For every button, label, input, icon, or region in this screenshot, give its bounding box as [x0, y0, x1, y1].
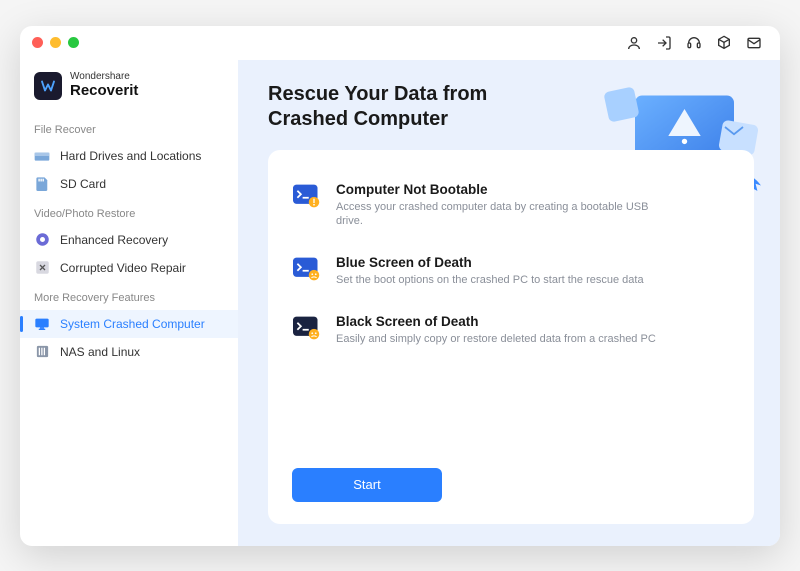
section-label: Video/Photo Restore — [20, 198, 238, 226]
section-label: More Recovery Features — [20, 282, 238, 310]
brand-line2: Recoverit — [70, 83, 138, 99]
logo-badge — [34, 72, 62, 100]
account-icon[interactable] — [626, 35, 642, 51]
option-title: Computer Not Bootable — [336, 182, 676, 197]
cube-icon[interactable] — [716, 35, 732, 51]
titlebar — [20, 26, 780, 60]
maximize-window-button[interactable] — [68, 37, 79, 48]
option-not-bootable[interactable]: Computer Not Bootable Access your crashe… — [292, 172, 730, 246]
sidebar-item-label: SD Card — [60, 177, 106, 191]
main-panel: Rescue Your Data from Crashed Computer C… — [238, 60, 780, 546]
app-body: Wondershare Recoverit File Recover Hard … — [20, 60, 780, 546]
sidebar-item-system-crashed[interactable]: System Crashed Computer — [20, 310, 238, 338]
section-label: File Recover — [20, 114, 238, 142]
page-title: Rescue Your Data from Crashed Computer — [268, 82, 568, 132]
mail-icon[interactable] — [746, 35, 762, 51]
logo-text: Wondershare Recoverit — [70, 72, 138, 98]
header-actions — [626, 35, 768, 51]
sidebar-item-hard-drives[interactable]: Hard Drives and Locations — [20, 142, 238, 170]
option-blue-screen[interactable]: Blue Screen of Death Set the boot option… — [292, 245, 730, 304]
sidebar-item-label: Hard Drives and Locations — [60, 149, 201, 163]
sidebar-item-label: Enhanced Recovery — [60, 233, 168, 247]
nas-icon — [34, 345, 50, 359]
sidebar-item-sd-card[interactable]: SD Card — [20, 170, 238, 198]
sdcard-icon — [34, 177, 50, 191]
sidebar-item-nas-linux[interactable]: NAS and Linux — [20, 338, 238, 366]
terminal-error-icon — [292, 257, 322, 283]
sidebar-item-label: System Crashed Computer — [60, 317, 205, 331]
close-window-button[interactable] — [32, 37, 43, 48]
option-title: Blue Screen of Death — [336, 255, 644, 270]
sidebar-item-enhanced-recovery[interactable]: Enhanced Recovery — [20, 226, 238, 254]
support-icon[interactable] — [686, 35, 702, 51]
sidebar-item-label: NAS and Linux — [60, 345, 140, 359]
app-logo: Wondershare Recoverit — [20, 64, 238, 114]
repair-icon — [34, 261, 50, 275]
option-desc: Set the boot options on the crashed PC t… — [336, 273, 644, 288]
terminal-dark-icon — [292, 316, 322, 342]
app-window: Wondershare Recoverit File Recover Hard … — [20, 26, 780, 546]
minimize-window-button[interactable] — [50, 37, 61, 48]
drive-icon — [34, 149, 50, 163]
sidebar: Wondershare Recoverit File Recover Hard … — [20, 60, 238, 546]
start-button[interactable]: Start — [292, 468, 442, 502]
sidebar-item-corrupted-video[interactable]: Corrupted Video Repair — [20, 254, 238, 282]
terminal-warn-icon — [292, 184, 322, 210]
option-desc: Easily and simply copy or restore delete… — [336, 332, 656, 347]
option-desc: Access your crashed computer data by cre… — [336, 200, 676, 230]
login-icon[interactable] — [656, 35, 672, 51]
enhanced-icon — [34, 233, 50, 247]
option-black-screen[interactable]: Black Screen of Death Easily and simply … — [292, 304, 730, 363]
option-title: Black Screen of Death — [336, 314, 656, 329]
sidebar-item-label: Corrupted Video Repair — [60, 261, 186, 275]
options-card: Computer Not Bootable Access your crashe… — [268, 150, 754, 524]
monitor-icon — [34, 317, 50, 331]
traffic-lights — [32, 37, 79, 48]
